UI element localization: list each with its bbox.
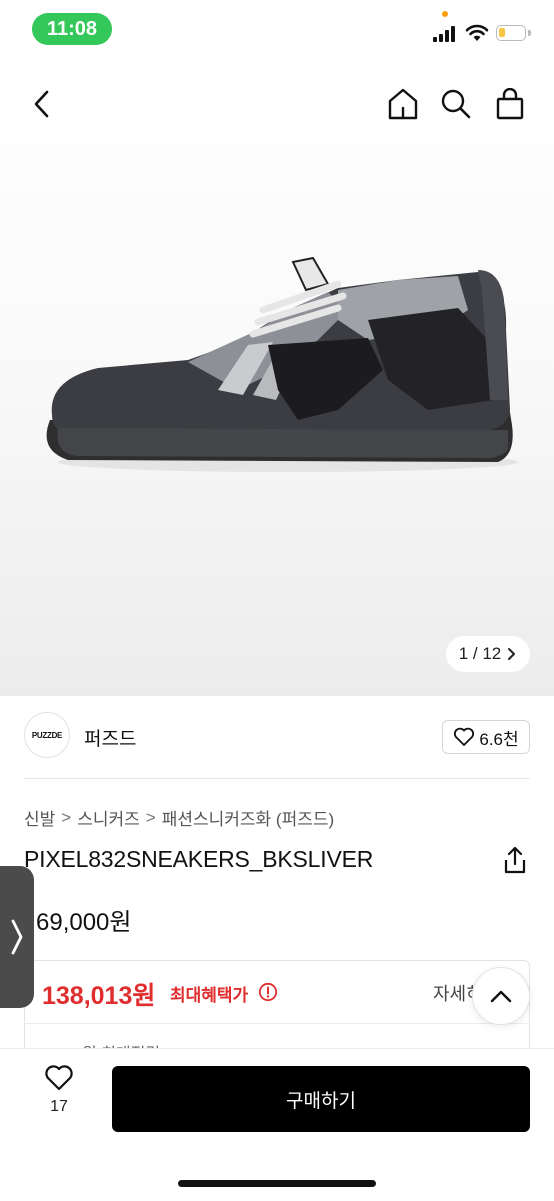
chevron-up-icon: [490, 990, 512, 1003]
cellular-signal-icon: [433, 25, 457, 42]
battery-cap: [528, 30, 531, 36]
back-arrow-icon: [34, 90, 49, 118]
product-price: 69,000원: [36, 909, 132, 936]
section-divider: [24, 778, 530, 779]
breadcrumb-separator-icon: >: [145, 807, 156, 827]
status-time: 11:08: [32, 13, 112, 45]
info-icon[interactable]: [258, 982, 278, 1002]
home-icon: [388, 88, 418, 120]
wishlist-button[interactable]: 17: [34, 1064, 84, 1128]
heart-icon: [45, 1065, 73, 1091]
buy-button[interactable]: 구매하기: [112, 1066, 530, 1132]
shopping-bag-icon: [496, 88, 524, 120]
product-name: PIXEL832SNEAKERS_BKSLIVER: [24, 846, 374, 872]
brand-logo[interactable]: PUZZDE: [24, 712, 70, 758]
max-benefit-label: 최대혜택가: [170, 986, 249, 1005]
max-benefit-price: 138,013원: [42, 982, 156, 1010]
scroll-top-button[interactable]: [472, 967, 530, 1025]
brand-like-button[interactable]: 6.6천: [442, 720, 530, 754]
battery-icon: [496, 25, 526, 41]
breadcrumb-item[interactable]: 신발: [24, 805, 55, 830]
image-counter-button[interactable]: 1 / 12: [446, 636, 530, 672]
cart-button[interactable]: [491, 84, 529, 124]
breadcrumb-separator-icon: >: [61, 807, 72, 827]
brand-name[interactable]: 퍼즈드: [84, 724, 136, 751]
sneaker-product-image: [46, 256, 518, 472]
wifi-icon: [465, 24, 489, 41]
brand-like-count: 6.6천: [479, 729, 519, 749]
share-button[interactable]: [502, 846, 530, 876]
home-indicator[interactable]: [178, 1180, 376, 1187]
breadcrumb-item[interactable]: 스니커즈: [77, 805, 140, 830]
side-drawer-handle[interactable]: [0, 866, 34, 1008]
privacy-indicator-dot: [442, 11, 448, 17]
breadcrumb: 신발 > 스니커즈 > 패션스니커즈화 (퍼즈드): [24, 805, 334, 830]
breadcrumb-item[interactable]: 패션스니커즈화 (퍼즈드): [162, 805, 334, 830]
share-icon: [504, 846, 526, 874]
chevron-right-icon: [508, 648, 516, 660]
brand-logo-text: PUZZDE: [31, 730, 63, 740]
back-button[interactable]: [24, 84, 60, 124]
heart-icon: [454, 727, 475, 746]
search-icon: [441, 89, 471, 119]
wishlist-count: 17: [50, 1098, 68, 1115]
chevron-right-icon: [11, 919, 23, 955]
image-counter-text: 1 / 12: [458, 644, 502, 663]
home-button[interactable]: [384, 84, 422, 124]
benefit-divider: [24, 1023, 530, 1024]
search-button[interactable]: [437, 84, 475, 124]
